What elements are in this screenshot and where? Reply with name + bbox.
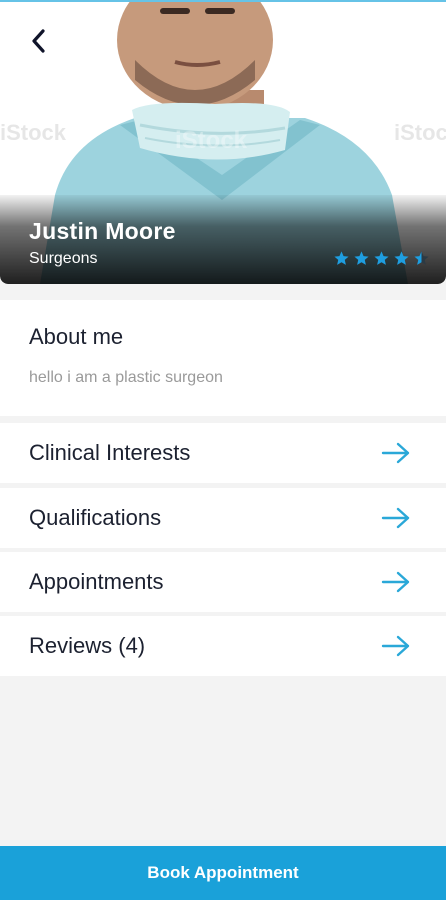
svg-text:iStock: iStock (175, 127, 248, 154)
menu-item-label: Qualifications (29, 505, 162, 530)
star-icon (414, 251, 429, 265)
arrow-right-icon (381, 442, 410, 464)
book-appointment-button[interactable]: Book Appointment (0, 846, 446, 900)
menu-item-label: Reviews (4) (29, 633, 146, 658)
menu-item-qualifications[interactable]: Qualifications (0, 488, 446, 548)
menu-item-label: Clinical Interests (29, 440, 191, 465)
about-text: hello i am a plastic surgeon (29, 369, 223, 386)
doctor-header: iStock iStock iStock iStock iStock Justi… (0, 0, 446, 284)
rating-stars (333, 250, 430, 267)
arrow-right-icon (381, 635, 410, 657)
doctor-name: Justin Moore (29, 218, 176, 244)
arrow-right-icon (381, 571, 410, 593)
svg-text:iStock: iStock (394, 120, 446, 145)
arrow-right-icon (381, 507, 410, 529)
star-icon (374, 251, 389, 265)
doctor-specialty: Surgeons (29, 250, 98, 267)
svg-text:iStock: iStock (285, 0, 346, 19)
menu-item-appointments[interactable]: Appointments (0, 552, 446, 612)
svg-text:iStock: iStock (60, 0, 121, 19)
back-button[interactable] (22, 24, 56, 58)
about-title: About me (29, 324, 124, 349)
about-section: About me hello i am a plastic surgeon (0, 300, 446, 416)
star-icon (354, 251, 369, 265)
menu-item-label: Appointments (29, 569, 164, 594)
menu-item-clinical-interests[interactable]: Clinical Interests (0, 423, 446, 483)
svg-text:iStock: iStock (0, 120, 67, 145)
chevron-left-icon (32, 29, 45, 53)
menu-item-reviews[interactable]: Reviews (4) (0, 616, 446, 676)
star-icon (394, 251, 409, 265)
star-icon (334, 251, 349, 265)
top-accent-line (0, 0, 446, 2)
